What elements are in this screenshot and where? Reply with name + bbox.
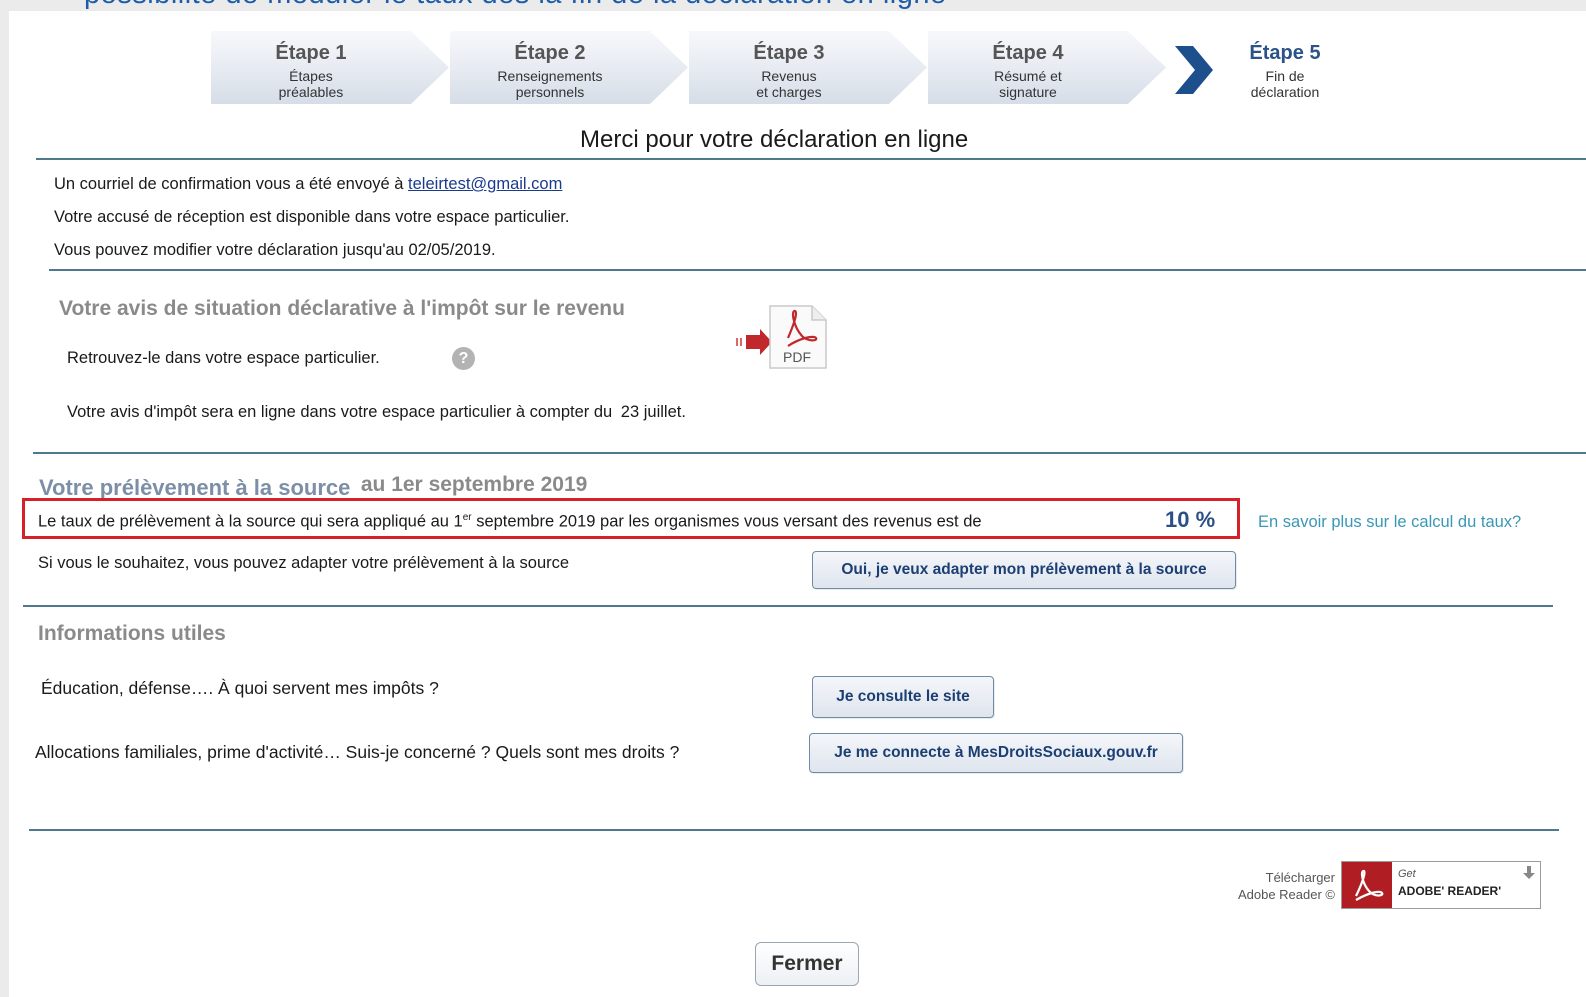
mesdroitssociaux-button[interactable]: Je me connecte à MesDroitsSociaux.gouv.f… (809, 733, 1183, 773)
receipt-info: Votre accusé de réception est disponible… (54, 208, 570, 226)
step-1-subtitle: Étapes préalables (278, 68, 344, 100)
download-arrow-icon (1523, 866, 1535, 879)
close-button[interactable]: Fermer (755, 942, 859, 986)
current-step-arrow-icon (1175, 46, 1213, 94)
divider (36, 158, 1586, 160)
step-5-title: Étape 5 (1249, 42, 1321, 64)
step-3: Étape 3 Revenus et charges (689, 31, 927, 104)
avis-online-info: Votre avis d'impôt sera en ligne dans vo… (67, 403, 686, 421)
pdf-download-icon[interactable]: PDF (736, 302, 831, 374)
adapt-withholding-button[interactable]: Oui, je veux adapter mon prélèvement à l… (812, 551, 1236, 589)
step-3-subtitle: Revenus et charges (756, 68, 822, 100)
step-1: Étape 1 Étapes préalables (211, 31, 449, 104)
divider (49, 269, 1586, 271)
get-adobe-reader-badge[interactable]: Get ADOBE' READER' (1341, 861, 1541, 909)
step-2-subtitle: Renseignements personnels (497, 68, 603, 100)
step-2-title: Étape 2 (514, 42, 586, 64)
avis-online-date: 23 juillet. (620, 403, 686, 421)
step-2: Étape 2 Renseignements personnels (450, 31, 688, 104)
page-sheet: Étape 1 Étapes préalables Étape 2 Renseig… (9, 11, 1586, 997)
top-caption: possibilité de moduler le taux dès la fi… (84, 0, 947, 11)
rate-value: 10 % (1165, 507, 1216, 532)
help-icon[interactable]: ? (452, 347, 475, 370)
social-rights-question: Allocations familiales, prime d'activité… (35, 742, 680, 762)
modify-deadline: Vous pouvez modifier votre déclaration j… (54, 241, 496, 259)
rate-statement: Le taux de prélèvement à la source qui s… (38, 512, 982, 531)
divider (23, 605, 1553, 607)
infos-heading: Informations utiles (38, 622, 226, 645)
divider (29, 829, 1559, 831)
pdf-label: PDF (783, 349, 811, 365)
adapt-text: Si vous le souhaitez, vous pouvez adapte… (38, 554, 570, 572)
page-title: Merci pour votre déclaration en ligne (580, 126, 969, 153)
step-5-current: Étape 5 Fin de déclaration (1215, 31, 1355, 104)
email-link[interactable]: teleirtest@gmail.com (408, 175, 562, 193)
adobe-product-label: ADOBE' READER' (1398, 884, 1502, 898)
step-3-title: Étape 3 (753, 42, 825, 64)
avis-heading: Votre avis de situation déclarative à l'… (59, 297, 625, 320)
adobe-get-label: Get (1398, 868, 1416, 880)
step-1-title: Étape 1 (275, 42, 347, 64)
avis-retrieve-text: Retrouvez-le dans votre espace particuli… (67, 349, 380, 367)
taxes-use-question: Éducation, défense…. À quoi servent mes … (41, 678, 439, 698)
step-5-subtitle: Fin de déclaration (1250, 68, 1320, 100)
consult-site-button[interactable]: Je consulte le site (812, 676, 994, 718)
pas-heading-date: au 1er septembre 2019 (360, 473, 588, 496)
rate-info-link[interactable]: En savoir plus sur le calcul du taux? (1258, 513, 1521, 532)
confirmation-line: Un courriel de confirmation vous a été e… (54, 175, 563, 193)
step-4-title: Étape 4 (992, 42, 1064, 64)
step-4-subtitle: Résumé et signature (994, 68, 1062, 100)
adobe-download-text: Télécharger Adobe Reader © (1237, 870, 1335, 902)
adobe-logo-icon (1342, 862, 1392, 908)
step-4: Étape 4 Résumé et signature (928, 31, 1166, 104)
divider (33, 452, 1586, 454)
